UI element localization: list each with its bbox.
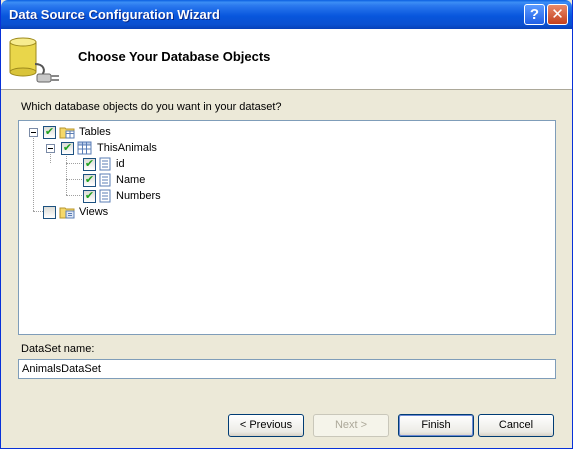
database-objects-tree[interactable]: ✔ Tables ✔ ThisAnimals ✔ id ✔ Name ✔ Num… [18, 120, 556, 335]
thisanimals-checkbox[interactable]: ✔ [61, 142, 74, 155]
title-bar[interactable]: Data Source Configuration Wizard ? ✕ [1, 0, 572, 29]
database-plug-icon [9, 37, 59, 83]
numbers-checkbox[interactable]: ✔ [83, 190, 96, 203]
table-icon [77, 141, 92, 155]
tree-label: id [116, 158, 125, 170]
tree-label: Numbers [116, 190, 161, 202]
tree-node-column-numbers[interactable]: ✔ Numbers [19, 188, 179, 204]
tree-node-column-id[interactable]: ✔ id [19, 156, 159, 172]
objects-prompt: Which database objects do you want in yo… [21, 101, 282, 113]
tree-label: Views [79, 206, 109, 218]
wizard-window: Data Source Configuration Wizard ? ✕ Cho… [0, 0, 573, 449]
name-checkbox[interactable]: ✔ [83, 174, 96, 187]
column-icon [99, 157, 111, 171]
help-button[interactable]: ? [524, 4, 545, 25]
tree-label: Tables [79, 126, 111, 138]
tables-folder-icon [59, 127, 75, 139]
wizard-header: Choose Your Database Objects [1, 29, 572, 90]
dataset-name-label: DataSet name: [21, 343, 95, 355]
tables-checkbox[interactable]: ✔ [43, 126, 56, 139]
previous-button[interactable]: < Previous [228, 414, 304, 437]
tree-label: ThisAnimals [97, 142, 157, 154]
dataset-name-input[interactable] [18, 359, 556, 379]
views-folder-icon [59, 207, 75, 219]
tree-node-views[interactable]: Views [19, 204, 139, 220]
id-checkbox[interactable]: ✔ [83, 158, 96, 171]
next-button[interactable]: Next > [313, 414, 389, 437]
tree-node-tables[interactable]: ✔ Tables [19, 124, 139, 140]
column-icon [99, 173, 111, 187]
tree-node-thisanimals[interactable]: ✔ ThisAnimals [19, 140, 179, 156]
close-button[interactable]: ✕ [547, 4, 568, 25]
column-icon [99, 189, 111, 203]
cancel-button[interactable]: Cancel [478, 414, 554, 437]
window-title: Data Source Configuration Wizard [9, 7, 220, 22]
collapse-toggle[interactable] [46, 144, 55, 153]
collapse-toggle[interactable] [29, 128, 38, 137]
finish-button[interactable]: Finish [398, 414, 474, 437]
page-title: Choose Your Database Objects [78, 49, 271, 64]
tree-label: Name [116, 174, 146, 186]
views-checkbox[interactable] [43, 206, 56, 219]
tree-node-column-name[interactable]: ✔ Name [19, 172, 159, 188]
